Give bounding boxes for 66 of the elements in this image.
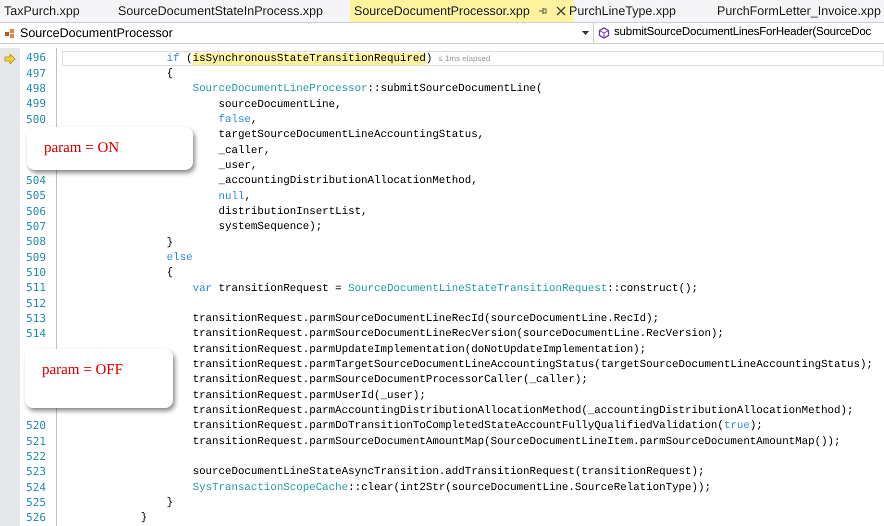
class-icon (4, 27, 16, 39)
code-line: SourceDocumentLineProcessor::submitSourceDocumentLine( (192, 82, 542, 98)
line-number: 496 (26, 50, 46, 66)
code-line: _caller, (218, 144, 270, 159)
line-number: 510 (26, 265, 46, 282)
code-line: } (166, 496, 174, 512)
code-line: transitionRequest.parmAccountingDistributionAllocationMethod(_accountingDistributionAllocationMethod); (192, 404, 854, 420)
line-number: 506 (26, 204, 46, 220)
code-line: else (166, 250, 193, 266)
callout: param = ON (27, 127, 193, 170)
code-line: } (166, 236, 174, 251)
close-icon[interactable] (556, 6, 566, 16)
code-line: transitionRequest.parmSourceDocumentAmountMap(SourceDocumentLineItem.parmSourceDocumentAmountMap()); (192, 434, 841, 450)
line-number: 507 (26, 219, 46, 236)
code-line: var transitionRequest = SourceDocumentLineStateTransitionRequest::construct(); (192, 282, 698, 296)
line-number: 509 (26, 250, 46, 266)
code-line: transitionRequest.parmSourceDocumentLineRecId(sourceDocumentLine.RecId); (192, 312, 660, 328)
line-number: 520 (26, 418, 46, 434)
file-tab[interactable]: SourceDocumentStateInProcess.xpp (114, 0, 323, 22)
file-tab[interactable]: TaxPurch.xpp (0, 0, 80, 22)
line-number: 512 (26, 296, 46, 312)
cube-icon (598, 27, 610, 39)
code-line: { (166, 266, 174, 282)
code-line: distributionInsertList, (218, 204, 368, 220)
line-number: 508 (26, 234, 46, 250)
current-line-arrow-icon (4, 54, 16, 64)
line-number: 498 (26, 81, 46, 98)
code-line: _user, (218, 158, 258, 174)
pin-icon[interactable] (538, 6, 548, 16)
code-line: transitionRequest.parmUserId(_user); (192, 388, 426, 404)
dropdown-arrow-icon (582, 31, 589, 35)
line-number: 522 (26, 448, 46, 465)
type-dropdown[interactable]: SourceDocumentProcessor (0, 23, 594, 43)
code-line: transitionRequest.parmDoTransitionToCompletedStateAccountFullyQualifiedValidation(true); (192, 419, 763, 434)
code-line: false, (218, 112, 258, 128)
code-line: sourceDocumentLineStateAsyncTransition.addTransitionRequest(transitionRequest); (192, 465, 704, 480)
code-line: { (166, 66, 174, 82)
code-line: targetSourceDocumentLineAccountingStatus, (218, 128, 484, 144)
line-number: 511 (26, 280, 46, 296)
code-line: transitionRequest.parmTargetSourceDocumentLineAccountingStatus(targetSourceDocumentLineAccountingStatus); (192, 358, 873, 374)
line-number: 499 (26, 96, 46, 112)
line-number: 523 (26, 464, 46, 480)
line-number: 514 (26, 326, 46, 342)
line-number: 500 (26, 112, 46, 128)
line-number: 504 (26, 173, 46, 190)
code-line: SysTransactionScopeCache::clear(int2Str(sourceDocumentLine.SourceRelationType)); (192, 480, 711, 496)
elapsed-time: ≤ 1ms elapsed (438, 52, 490, 65)
line-number: 524 (26, 480, 46, 496)
code-line: sourceDocumentLine, (218, 98, 342, 113)
line-number: 497 (26, 66, 46, 82)
line-number: 521 (26, 434, 46, 450)
code-line: if (isSynchronousStateTransitionRequired) (166, 52, 432, 67)
line-number: 525 (26, 494, 46, 511)
code-line: null, (218, 190, 251, 205)
line-number: 513 (26, 311, 46, 327)
file-tab[interactable]: PurchFormLetter_Invoice.xpp (713, 0, 881, 22)
code-line: _accountingDistributionAllocationMethod, (218, 174, 478, 190)
code-line: } (140, 511, 148, 526)
line-number: 526 (26, 510, 46, 526)
line-number: 505 (26, 188, 46, 204)
member-dropdown[interactable]: submitSourceDocumentLinesForHeader(SourceDoc (594, 23, 884, 43)
code-line: systemSequence); (218, 220, 322, 236)
code-line: transitionRequest.parmUpdateImplementation(doNotUpdateImplementation); (192, 342, 646, 358)
code-line: transitionRequest.parmSourceDocumentProcessorCaller(_caller); (192, 373, 588, 388)
code-line: transitionRequest.parmSourceDocumentLineRecVersion(sourceDocumentLine.RecVersion); (192, 327, 724, 342)
callout: param = OFF (25, 349, 173, 408)
